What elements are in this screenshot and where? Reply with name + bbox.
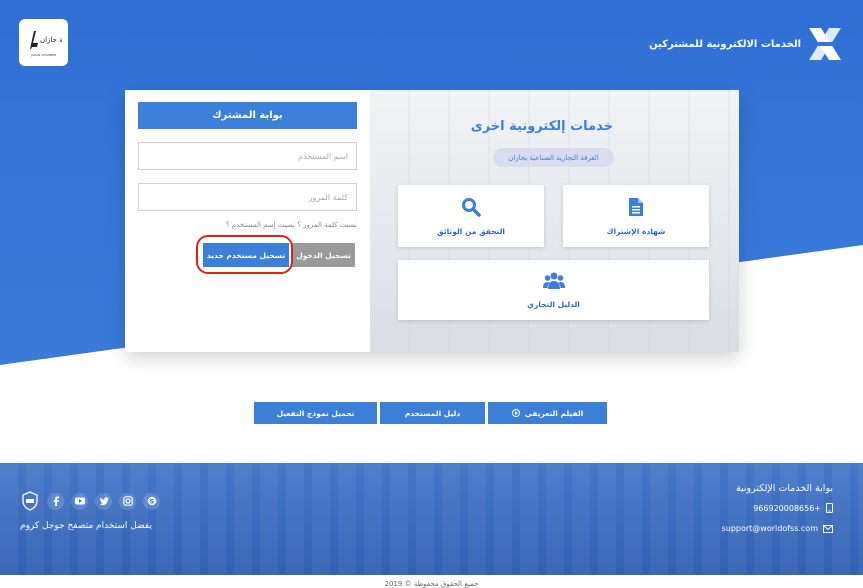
services-subtitle: الغرفة التجارية الصناعية بجازان [493, 148, 614, 167]
site-brand[interactable]: الخدمات الالكترونية للمشتركين [649, 24, 843, 64]
instagram-icon[interactable] [119, 492, 136, 510]
tile-label: الدليل التجاري [527, 299, 580, 309]
youtube-icon[interactable] [71, 492, 88, 510]
users-icon [542, 272, 565, 289]
facebook-icon[interactable] [47, 492, 64, 510]
tile-label: التحقق من الوثائق [437, 226, 505, 236]
chamber-logo-sub: JAZAN CHAMBER [30, 52, 57, 57]
document-icon [629, 197, 643, 216]
tile-subscription-certificate[interactable]: شهادة الإشتراك [563, 185, 709, 247]
portal-buttons: تسجيل مستخدم جديد تسجيل الدخول [203, 243, 355, 267]
play-icon [511, 409, 520, 417]
password-input[interactable] [138, 183, 357, 211]
footer-email[interactable]: support@worldofss.com [722, 524, 833, 533]
brand-x-icon [809, 28, 841, 60]
footer-email-value: support@worldofss.com [721, 524, 818, 533]
browser-recommendation: يفضل استخدام متصفح جوجل كروم [20, 521, 152, 531]
copyright-text: جميع الحقوق محفوظة © 2019 [384, 580, 479, 588]
login-button[interactable]: تسجيل الدخول [292, 243, 355, 267]
intro-film-button[interactable]: الفيلم التعريفي [488, 402, 607, 424]
footer-phone[interactable]: 966920008656+ [722, 503, 833, 513]
other-services-panel: خدمات إلكترونية اخرى الغرفة التجارية الص… [370, 90, 739, 352]
footer-social: S يفضل استخدام متصفح جوجل كروم [20, 491, 160, 531]
register-button[interactable]: تسجيل مستخدم جديد [203, 243, 289, 267]
tile-label: شهادة الإشتراك [606, 226, 666, 236]
user-guide-button[interactable]: دليل المستخدم [380, 402, 485, 424]
search-icon [462, 197, 481, 217]
username-input[interactable] [138, 142, 357, 170]
portal-heading: بوابة المشترك [138, 102, 357, 129]
site-title: الخدمات الالكترونية للمشتركين [649, 38, 801, 50]
forgot-credentials-link[interactable]: نسيت كلمة المرور ؟ نسيت إسم المستخدم ؟ [138, 221, 357, 229]
mobile-icon [826, 503, 833, 513]
svg-text:S: S [149, 497, 154, 505]
tile-verify-documents[interactable]: التحقق من الوثائق [398, 185, 544, 247]
services-title: خدمات إلكترونية اخرى [470, 119, 613, 134]
social-links: S [20, 491, 160, 511]
ssl-secured-icon [20, 491, 40, 511]
envelope-icon [823, 524, 833, 533]
footer-contact: بوابة الخدمات الإلكترونية 966920008656+ … [722, 483, 833, 544]
subscriber-portal: بوابة المشترك نسيت كلمة المرور ؟ نسيت إس… [125, 90, 370, 352]
skype-icon[interactable]: S [143, 492, 160, 510]
twitter-icon[interactable] [95, 492, 112, 510]
tile-business-directory[interactable]: الدليل التجاري [398, 260, 709, 320]
footer: بوابة الخدمات الإلكترونية 966920008656+ … [0, 463, 863, 575]
chamber-logo-text: غرفة جازان [40, 36, 62, 44]
chamber-logo[interactable]: غرفة جازان JAZAN CHAMBER [19, 19, 68, 66]
intro-film-label: الفيلم التعريفي [524, 408, 584, 418]
action-buttons: تحميل نموذج التفعيل دليل المستخدم الفيلم… [254, 402, 607, 424]
download-activation-form-button[interactable]: تحميل نموذج التفعيل [254, 402, 377, 424]
chamber-logo-icon: غرفة جازان [29, 30, 62, 49]
footer-phone-value: 966920008656+ [753, 503, 821, 513]
footer-portal-title: بوابة الخدمات الإلكترونية [735, 483, 833, 494]
main-card: بوابة المشترك نسيت كلمة المرور ؟ نسيت إس… [125, 90, 739, 352]
